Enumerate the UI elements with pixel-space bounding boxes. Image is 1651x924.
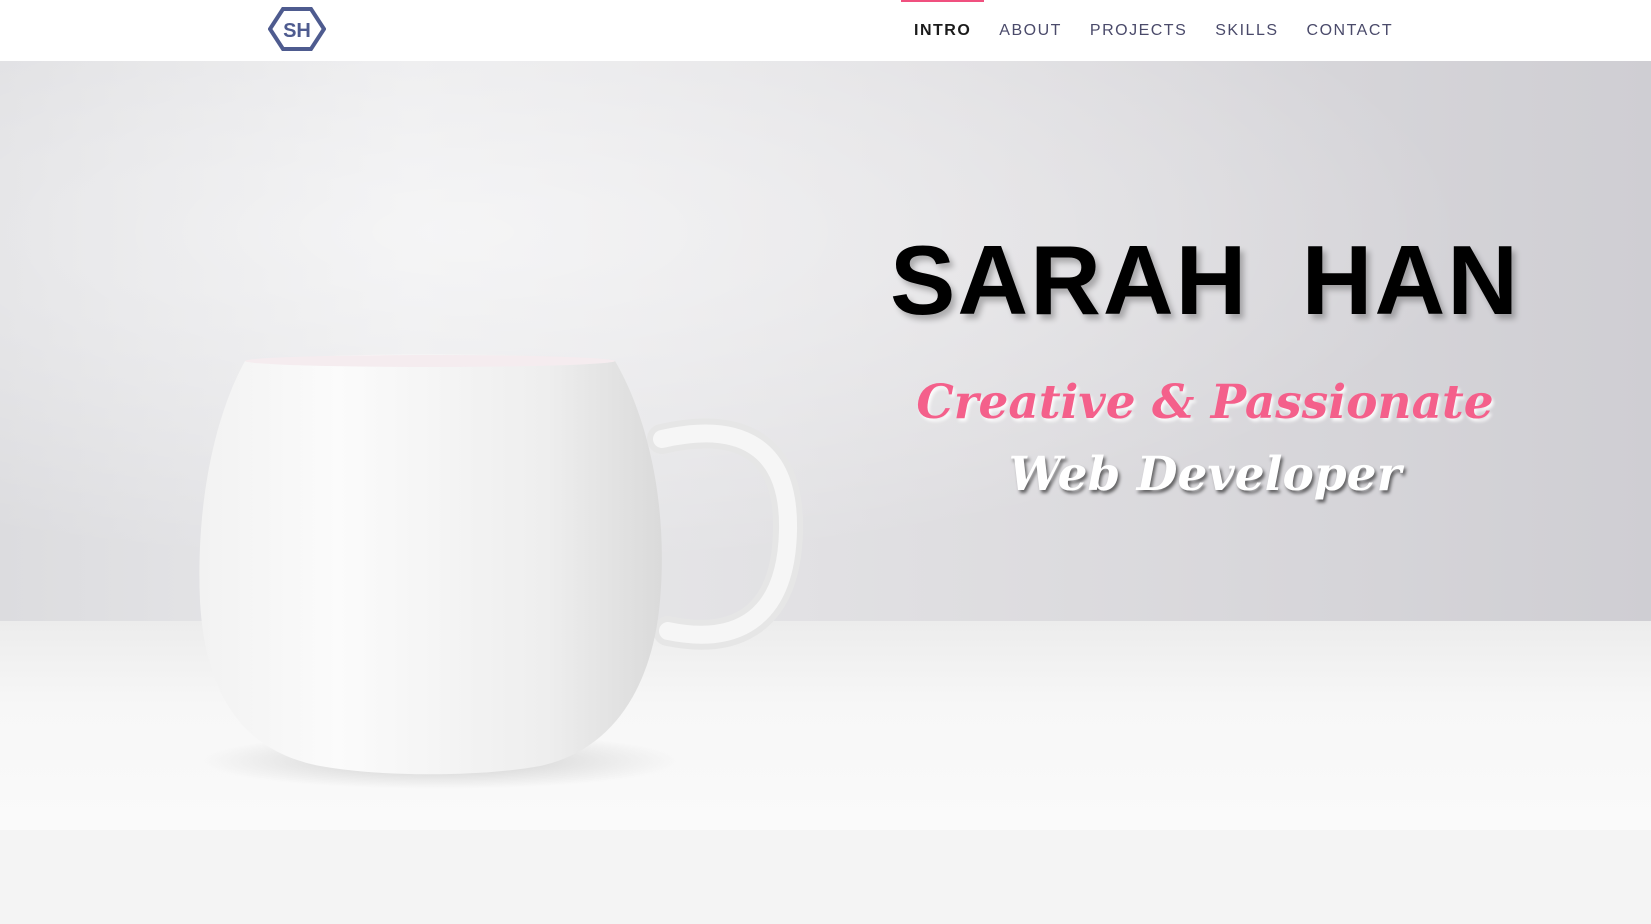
hero-section: SARAH HAN Creative & Passionate Web Deve… [0, 61, 1651, 830]
nav-item-contact[interactable]: CONTACT [1293, 0, 1408, 61]
nav-item-label: INTRO [914, 21, 972, 39]
nav-item-skills[interactable]: SKILLS [1201, 0, 1292, 61]
nav-item-label: PROJECTS [1089, 21, 1188, 39]
logo-link[interactable]: SH [268, 7, 326, 51]
nav-item-about[interactable]: ABOUT [985, 0, 1076, 61]
nav-menu: INTRO ABOUT PROJECTS SKILLS CONTACT [900, 0, 1407, 61]
hero-tagline: Creative & Passionate [916, 375, 1494, 430]
nav-item-intro[interactable]: INTRO [900, 0, 985, 61]
next-section-top [0, 830, 1651, 924]
top-navbar: SH INTRO ABOUT PROJECTS SKILLS CONTACT [0, 0, 1651, 61]
nav-item-label: SKILLS [1215, 21, 1279, 39]
logo-hexagon-icon: SH [268, 7, 326, 51]
logo-text: SH [283, 20, 311, 42]
nav-item-projects[interactable]: PROJECTS [1076, 0, 1201, 61]
nav-item-label: ABOUT [999, 21, 1062, 39]
hero-name-heading: SARAH HAN [890, 225, 1520, 335]
nav-item-label: CONTACT [1306, 21, 1394, 39]
hero-role: Web Developer [1008, 446, 1402, 502]
hero-text-block: SARAH HAN Creative & Passionate Web Deve… [880, 231, 1530, 500]
